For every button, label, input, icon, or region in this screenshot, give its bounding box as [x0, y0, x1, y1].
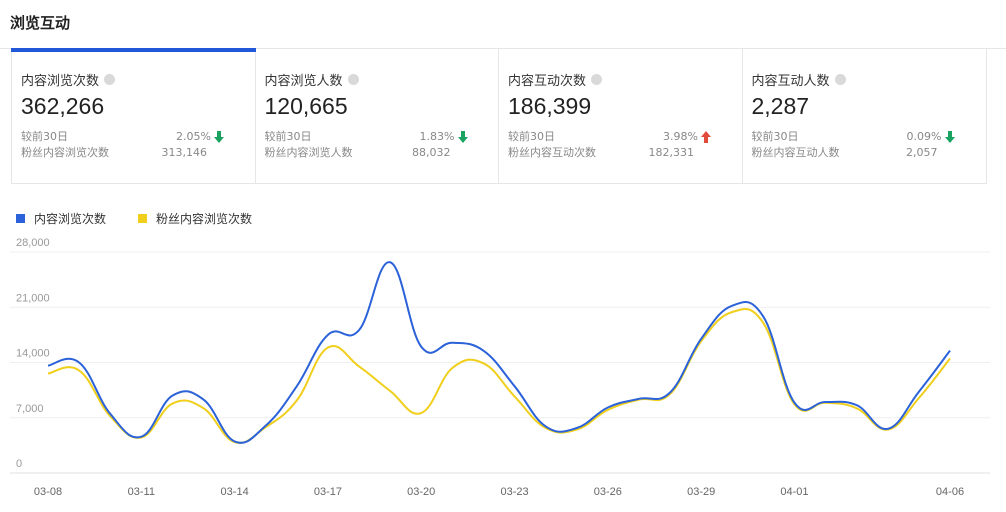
- legend-swatch: [138, 214, 148, 223]
- x-tick-label: 04-01: [780, 486, 808, 498]
- metric-cards: 内容浏览次数 362,266 较前30日 2.05% 粉丝内容浏览次数 313,…: [11, 48, 987, 184]
- compare-row: 较前30日 1.83%: [265, 129, 493, 145]
- change-value: 0.09%: [906, 130, 942, 143]
- compare-label: 较前30日: [264, 130, 312, 143]
- change-value: 2.05%: [176, 130, 211, 143]
- arrow-down-icon: [214, 131, 224, 143]
- x-tick-label: 03-29: [687, 486, 715, 498]
- x-tick-label: 03-08: [34, 486, 62, 498]
- legend-label: 内容浏览次数: [34, 212, 107, 226]
- change-value: 1.83%: [419, 130, 455, 143]
- fans-label: 粉丝内容互动次数: [508, 146, 596, 159]
- metric-value: 362,266: [21, 93, 105, 119]
- fans-value: 2,057: [906, 146, 938, 159]
- compare-label: 较前30日: [21, 130, 68, 143]
- arrow-down-icon: [944, 131, 955, 143]
- metric-title: 内容浏览人数: [265, 70, 499, 89]
- compare-row: 较前30日 0.09%: [752, 129, 980, 145]
- chart-legend: 内容浏览次数 粉丝内容浏览次数: [16, 210, 284, 227]
- line-chart: 0 7,000 14,000 21,000 28,000 03-08 03-11 03-14 0…: [10, 237, 990, 498]
- fans-label: 粉丝内容浏览次数: [21, 146, 109, 159]
- metric-value: 2,287: [751, 93, 810, 119]
- x-tick-label: 03-23: [500, 486, 528, 498]
- metric-card-interactors[interactable]: 内容互动人数 2,287 较前30日 0.09% 粉丝内容互动人数 2,057: [743, 48, 987, 183]
- fans-row: 粉丝内容浏览人数 88,032: [265, 145, 493, 161]
- fans-value: 313,146: [161, 146, 208, 159]
- metric-card-interactions[interactable]: 内容互动次数 186,399 较前30日 3.98% 粉丝内容互动次数 182,…: [499, 48, 743, 183]
- fans-label: 粉丝内容浏览人数: [264, 146, 353, 159]
- y-tick-label: 0: [16, 458, 22, 470]
- legend-swatch: [16, 214, 25, 223]
- y-tick-label: 28,000: [16, 237, 50, 249]
- compare-label: 较前30日: [508, 130, 555, 143]
- x-tick-label: 03-14: [221, 486, 249, 498]
- series-line-views[interactable]: [47, 261, 951, 444]
- metric-title: 内容互动人数: [752, 70, 987, 89]
- fans-row: 粉丝内容互动次数 182,331: [508, 145, 736, 161]
- fans-value: 88,032: [412, 146, 451, 159]
- x-tick-label: 03-26: [594, 486, 622, 498]
- metric-value: 186,399: [508, 93, 592, 119]
- fans-label: 粉丝内容互动人数: [751, 146, 840, 159]
- x-tick-label: 03-20: [407, 486, 435, 498]
- legend-label: 粉丝内容浏览次数: [156, 212, 253, 226]
- info-icon[interactable]: [591, 73, 603, 85]
- metric-title: 内容浏览次数: [21, 70, 255, 89]
- metric-title: 内容互动次数: [508, 70, 742, 89]
- info-icon[interactable]: [104, 73, 116, 85]
- x-tick-label: 04-06: [936, 486, 964, 498]
- fans-row: 粉丝内容互动人数 2,057: [752, 145, 980, 161]
- info-icon[interactable]: [834, 73, 846, 85]
- y-tick-label: 21,000: [16, 292, 50, 304]
- metric-card-views[interactable]: 内容浏览次数 362,266 较前30日 2.05% 粉丝内容浏览次数 313,…: [11, 48, 256, 183]
- legend-item-views[interactable]: 内容浏览次数: [16, 210, 106, 227]
- x-tick-label: 03-17: [314, 486, 342, 498]
- fans-row: 粉丝内容浏览次数 313,146: [21, 145, 249, 161]
- fans-value: 182,331: [648, 146, 695, 159]
- series-line-fans-views[interactable]: [47, 308, 951, 445]
- metric-card-visitors[interactable]: 内容浏览人数 120,665 较前30日 1.83% 粉丝内容浏览人数 88,0…: [256, 48, 499, 183]
- section-header: 浏览互动: [0, 0, 1006, 49]
- arrow-down-icon: [457, 131, 468, 143]
- x-tick-label: 03-11: [128, 486, 155, 498]
- arrow-up-icon: [701, 131, 711, 143]
- metric-value: 120,665: [264, 93, 348, 119]
- compare-row: 较前30日 2.05%: [21, 129, 249, 145]
- y-tick-label: 14,000: [16, 348, 50, 360]
- y-tick-label: 7,000: [16, 403, 44, 415]
- section-title: 浏览互动: [10, 14, 71, 32]
- compare-row: 较前30日 3.98%: [508, 129, 736, 145]
- change-value: 3.98%: [663, 130, 698, 143]
- info-icon[interactable]: [347, 73, 359, 85]
- legend-item-fans-views[interactable]: 粉丝内容浏览次数: [138, 210, 252, 227]
- compare-label: 较前30日: [751, 130, 799, 143]
